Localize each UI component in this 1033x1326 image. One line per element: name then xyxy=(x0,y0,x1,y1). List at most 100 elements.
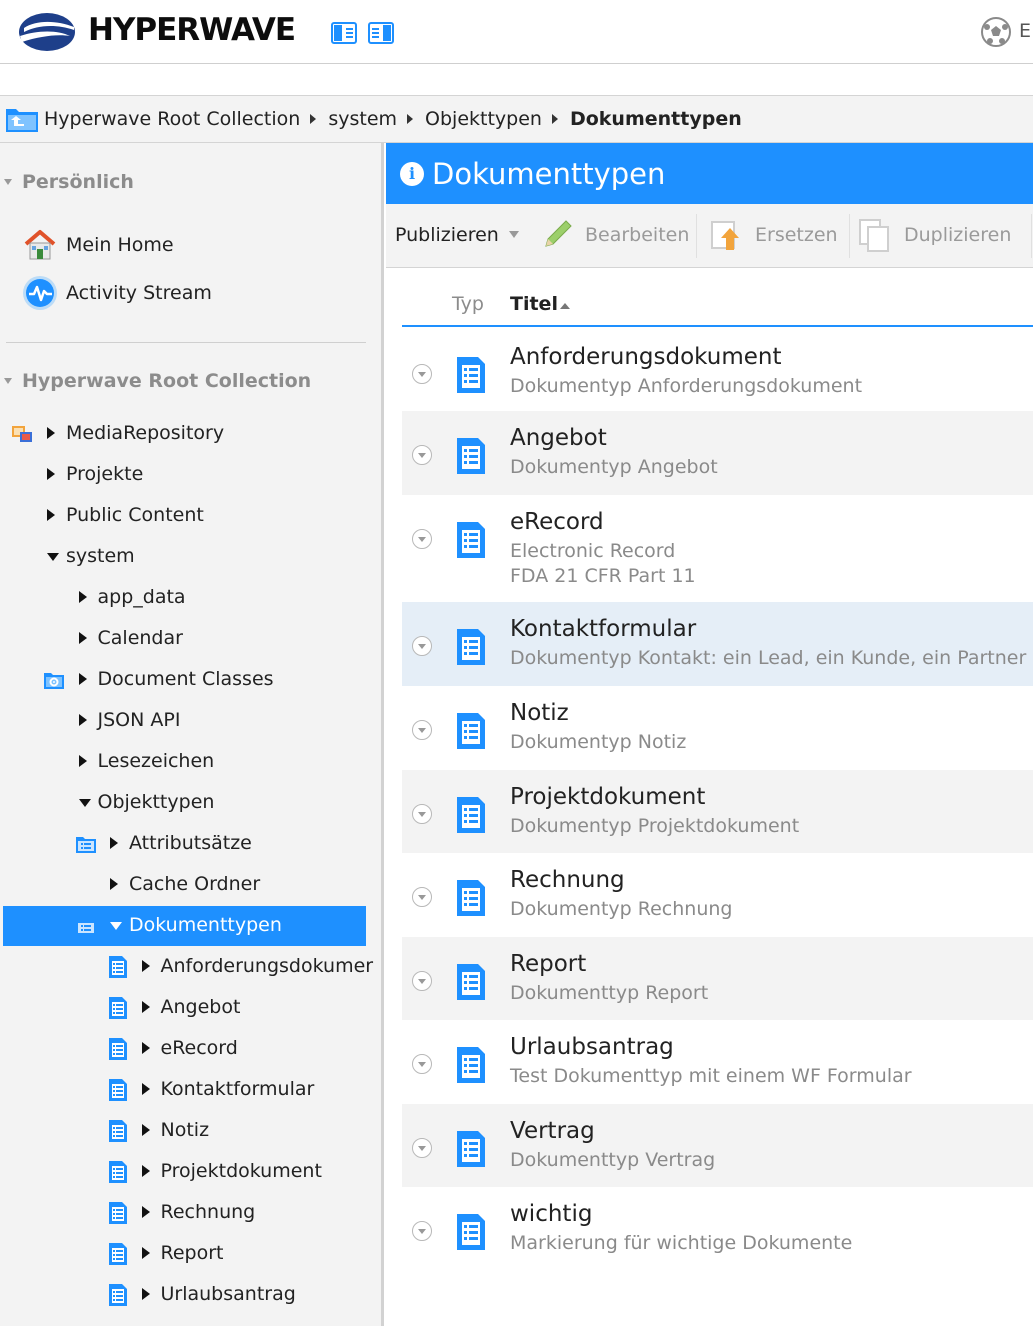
row-title[interactable]: Urlaubsantrag xyxy=(510,1034,674,1060)
row-menu-toggle-icon[interactable] xyxy=(412,887,432,907)
list-item[interactable]: Urlaubsantrag Test Dokumenttyp mit einem … xyxy=(402,1020,1033,1104)
collapsed-arrow-icon[interactable] xyxy=(47,468,55,480)
collapsed-arrow-icon[interactable] xyxy=(47,509,55,521)
collapsed-arrow-icon[interactable] xyxy=(110,878,118,890)
row-title[interactable]: Projektdokument xyxy=(510,784,705,810)
sidebar-tree-item[interactable]: Rechnung xyxy=(3,1193,366,1233)
collapsed-arrow-icon[interactable] xyxy=(141,1247,150,1259)
sidebar-tree-item[interactable]: Angebot xyxy=(3,988,366,1028)
sidebar-item-activity-stream[interactable]: Activity Stream xyxy=(22,273,212,313)
collapsed-arrow-icon[interactable] xyxy=(110,837,118,849)
row-title[interactable]: Kontaktformular xyxy=(510,616,696,642)
sidebar-tree-item[interactable]: Projekte xyxy=(3,455,366,495)
chevron-down-icon[interactable] xyxy=(509,231,519,238)
collapsed-arrow-icon[interactable] xyxy=(141,960,150,972)
edit-button[interactable]: Bearbeiten xyxy=(585,224,689,246)
sort-ascending-icon[interactable] xyxy=(560,303,570,309)
list-item[interactable]: wichtig Markierung für wichtige Dokumente xyxy=(402,1187,1033,1271)
row-title[interactable]: wichtig xyxy=(510,1201,592,1227)
sidebar-tree-item[interactable]: Notiz xyxy=(3,1111,366,1151)
list-item[interactable]: Rechnung Dokumentyp Rechnung xyxy=(402,853,1033,937)
row-menu-toggle-icon[interactable] xyxy=(412,1138,432,1158)
user-avatar-icon[interactable] xyxy=(980,16,1012,48)
sidebar-item-mein-home[interactable]: Mein Home xyxy=(22,225,174,265)
breadcrumb-item-root[interactable]: Hyperwave Root Collection xyxy=(44,108,300,130)
sidebar-tree-item[interactable]: eRecord xyxy=(3,1029,366,1069)
row-title[interactable]: Rechnung xyxy=(510,867,625,893)
sidebar-tree-item[interactable]: Document Classes xyxy=(3,660,366,700)
sidebar-tree-item[interactable]: Anforderungsdokumer xyxy=(3,947,373,987)
row-menu-toggle-icon[interactable] xyxy=(412,971,432,991)
collapsed-arrow-icon[interactable] xyxy=(141,1083,150,1095)
list-item[interactable]: Vertrag Dokumenttyp Vertrag xyxy=(402,1104,1033,1187)
expanded-arrow-icon[interactable] xyxy=(78,799,91,807)
publish-button[interactable]: Publizieren xyxy=(395,224,499,246)
collapsed-arrow-icon[interactable] xyxy=(141,1042,150,1054)
sidebar-tree-item[interactable]: Report xyxy=(3,1234,366,1274)
row-menu-toggle-icon[interactable] xyxy=(412,720,432,740)
layout-right-icon[interactable] xyxy=(368,22,394,44)
sidebar-tree-item[interactable]: Public Content xyxy=(3,496,366,536)
folder-up-icon[interactable] xyxy=(4,103,40,135)
layout-left-icon[interactable] xyxy=(331,22,357,44)
row-menu-toggle-icon[interactable] xyxy=(412,445,432,465)
collapsed-arrow-icon[interactable] xyxy=(78,591,87,603)
row-title[interactable]: Report xyxy=(510,951,586,977)
sidebar-tree-item[interactable]: Objekttypen xyxy=(3,783,366,823)
replace-button[interactable]: Ersetzen xyxy=(755,224,838,246)
row-title[interactable]: Anforderungsdokument xyxy=(510,344,782,370)
sidebar-tree-item[interactable]: Kontaktformular xyxy=(3,1070,366,1110)
collapsed-arrow-icon[interactable] xyxy=(141,1124,150,1136)
row-menu-toggle-icon[interactable] xyxy=(412,636,432,656)
sidebar-tree-item[interactable]: Lesezeichen xyxy=(3,742,366,782)
column-type[interactable]: Typ xyxy=(452,293,484,315)
language-selector[interactable]: E xyxy=(1019,20,1031,42)
expanded-arrow-icon[interactable] xyxy=(110,922,122,930)
brand-name[interactable]: HYPERWAVE xyxy=(88,12,296,48)
row-menu-toggle-icon[interactable] xyxy=(412,1054,432,1074)
collapsed-arrow-icon[interactable] xyxy=(141,1206,150,1218)
collapsed-arrow-icon[interactable] xyxy=(78,673,87,685)
list-item[interactable]: Angebot Dokumentyp Angebot xyxy=(402,411,1033,495)
collapsed-arrow-icon[interactable] xyxy=(78,714,87,726)
list-item[interactable]: Notiz Dokumentyp Notiz xyxy=(402,686,1033,770)
column-title[interactable]: Titel xyxy=(510,293,558,315)
list-item[interactable]: Kontaktformular Dokumentyp Kontakt: ein L… xyxy=(402,602,1033,686)
expanded-arrow-icon[interactable] xyxy=(47,553,59,561)
row-title[interactable]: Angebot xyxy=(510,425,607,451)
collapsed-arrow-icon[interactable] xyxy=(141,1288,150,1300)
section-root-collection[interactable]: Hyperwave Root Collection xyxy=(4,370,311,392)
section-personal[interactable]: Persönlich xyxy=(4,171,134,193)
breadcrumb-item-system[interactable]: system xyxy=(328,108,397,130)
sidebar-tree-item[interactable]: MediaRepository xyxy=(3,414,366,454)
sidebar-tree-item[interactable]: Calendar xyxy=(3,619,366,659)
row-menu-toggle-icon[interactable] xyxy=(412,804,432,824)
list-item[interactable]: Anforderungsdokument Dokumentyp Anforderu… xyxy=(402,336,1033,411)
sidebar-tree-item[interactable]: Urlaubsantrag xyxy=(3,1275,366,1315)
list-item[interactable]: Report Dokumenttyp Report xyxy=(402,937,1033,1020)
hyperwave-logo-icon[interactable] xyxy=(18,12,76,52)
sidebar-tree-item[interactable]: Dokumenttypen xyxy=(3,906,366,946)
row-menu-toggle-icon[interactable] xyxy=(412,1221,432,1241)
info-icon[interactable]: i xyxy=(400,161,424,186)
row-menu-toggle-icon[interactable] xyxy=(412,364,432,384)
list-item[interactable]: Projektdokument Dokumentyp Projektdokumen… xyxy=(402,770,1033,853)
sidebar-tree-item[interactable]: system xyxy=(3,537,366,577)
sidebar-tree-item[interactable]: Attributsätze xyxy=(3,824,366,864)
sidebar-tree-item[interactable]: app_data xyxy=(3,578,366,618)
collapsed-arrow-icon[interactable] xyxy=(78,632,87,644)
breadcrumb-item-objekttypen[interactable]: Objekttypen xyxy=(425,108,542,130)
row-title[interactable]: Notiz xyxy=(510,700,569,726)
collapsed-arrow-icon[interactable] xyxy=(141,1001,150,1013)
sidebar-tree-item[interactable]: JSON API xyxy=(3,701,366,741)
sidebar-tree-item[interactable]: Projektdokument xyxy=(3,1152,366,1192)
duplicate-button[interactable]: Duplizieren xyxy=(904,224,1011,246)
collapsed-arrow-icon[interactable] xyxy=(141,1165,150,1177)
row-title[interactable]: Vertrag xyxy=(510,1118,595,1144)
collapsed-arrow-icon[interactable] xyxy=(78,755,87,767)
row-title[interactable]: eRecord xyxy=(510,509,604,535)
list-item[interactable]: eRecord Electronic Record FDA 21 CFR Part … xyxy=(402,495,1033,602)
row-menu-toggle-icon[interactable] xyxy=(412,529,432,549)
collapsed-arrow-icon[interactable] xyxy=(47,427,55,439)
sidebar-tree-item[interactable]: Cache Ordner xyxy=(3,865,366,905)
